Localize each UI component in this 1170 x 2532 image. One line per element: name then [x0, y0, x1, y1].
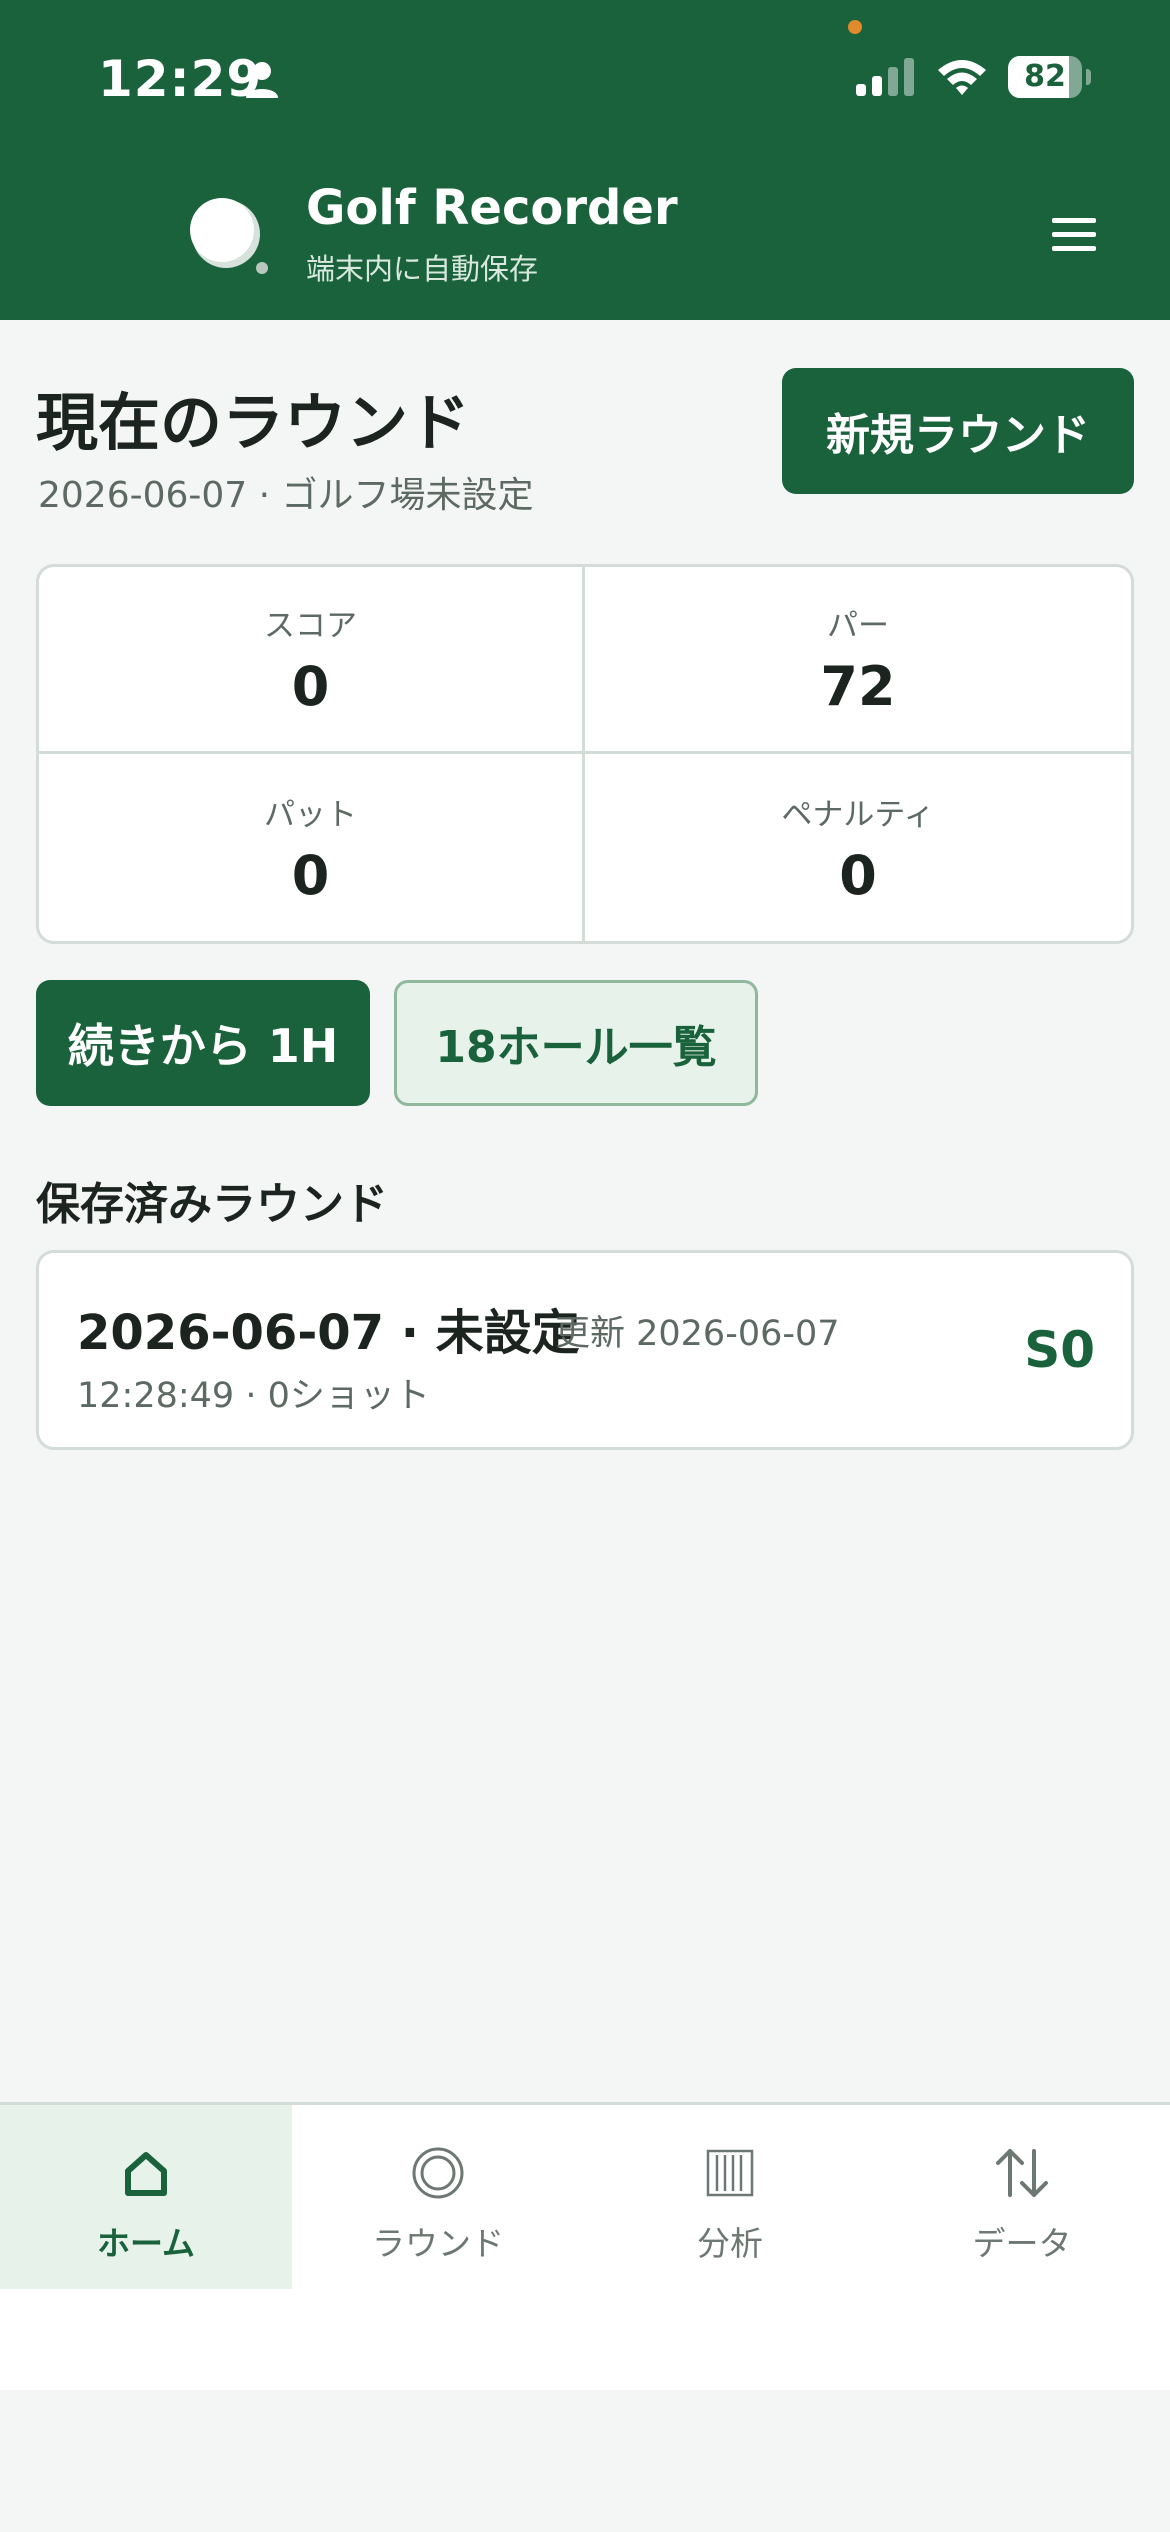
transfer-arrows-icon: [996, 2149, 1048, 2197]
stat-label: パット: [264, 796, 357, 833]
new-round-button[interactable]: 新規ラウンド: [782, 368, 1134, 494]
barcode-chart-icon: [706, 2149, 754, 2197]
stat-value: 0: [291, 843, 330, 907]
saved-round-score: S0: [1024, 1321, 1095, 1379]
stat-par: パー 72: [585, 567, 1131, 754]
person-icon: [246, 62, 278, 98]
stat-label: パー: [827, 608, 889, 644]
stat-value: 72: [820, 655, 896, 718]
nav-label: ラウンド: [372, 2224, 504, 2263]
status-time: 12:29: [98, 50, 263, 108]
stat-value: 0: [291, 655, 330, 718]
stat-score: スコア 0: [39, 567, 585, 754]
app-header: 12:29 82 Golf Recorder 端末内に自動保存: [0, 0, 1170, 320]
saved-rounds-title: 保存済みラウンド: [36, 1179, 388, 1230]
hole-list-button[interactable]: 18ホール一覧: [394, 980, 758, 1106]
home-icon: [125, 2152, 167, 2196]
nav-label: データ: [972, 2224, 1072, 2263]
nav-item-data[interactable]: データ: [876, 2105, 1168, 2289]
saved-round-updated: 更新 2026-06-07: [555, 1314, 840, 1354]
nav-item-round[interactable]: ラウンド: [292, 2105, 584, 2289]
golf-ball-logo-icon: [190, 198, 268, 274]
nav-item-home[interactable]: ホーム: [0, 2105, 292, 2289]
current-round-title: 現在のラウンド: [36, 386, 471, 459]
current-round-subtitle: 2026-06-07 · ゴルフ場未設定: [38, 475, 534, 516]
round-stats-grid: スコア 0 パー 72 パット 0 ペナルティ 0: [36, 564, 1134, 944]
nav-label: 分析: [697, 2224, 763, 2263]
app-subtitle: 端末内に自動保存: [306, 252, 539, 286]
app-title: Golf Recorder: [306, 180, 678, 236]
saved-round-card[interactable]: 2026-06-07 · 未設定 更新 2026-06-07 12:28:49 …: [36, 1250, 1134, 1450]
nav-label: ホーム: [96, 2224, 195, 2263]
hamburger-menu-icon[interactable]: [1040, 206, 1108, 262]
bottom-nav: ホーム ラウンド 分析 データ: [0, 2102, 1170, 2390]
continue-round-button[interactable]: 続きから 1H: [36, 980, 370, 1106]
saved-round-title: 2026-06-07 · 未設定: [77, 1305, 580, 1361]
saved-round-meta: 12:28:49 · 0ショット: [77, 1376, 430, 1416]
stat-label: ペナルティ: [781, 796, 935, 833]
camera-indicator-icon: [848, 20, 862, 34]
status-bar: 12:29 82: [0, 0, 1170, 150]
target-icon: [412, 2147, 464, 2199]
nav-item-analysis[interactable]: 分析: [584, 2105, 876, 2289]
stat-value: 0: [839, 843, 877, 907]
battery-icon: 82: [1008, 56, 1091, 98]
battery-level: 82: [1024, 59, 1066, 94]
cellular-signal-icon: [856, 58, 914, 96]
stat-putts: パット 0: [39, 754, 585, 941]
stat-penalty: ペナルティ 0: [585, 754, 1131, 941]
wifi-icon: [938, 60, 986, 95]
stat-label: スコア: [264, 608, 357, 644]
